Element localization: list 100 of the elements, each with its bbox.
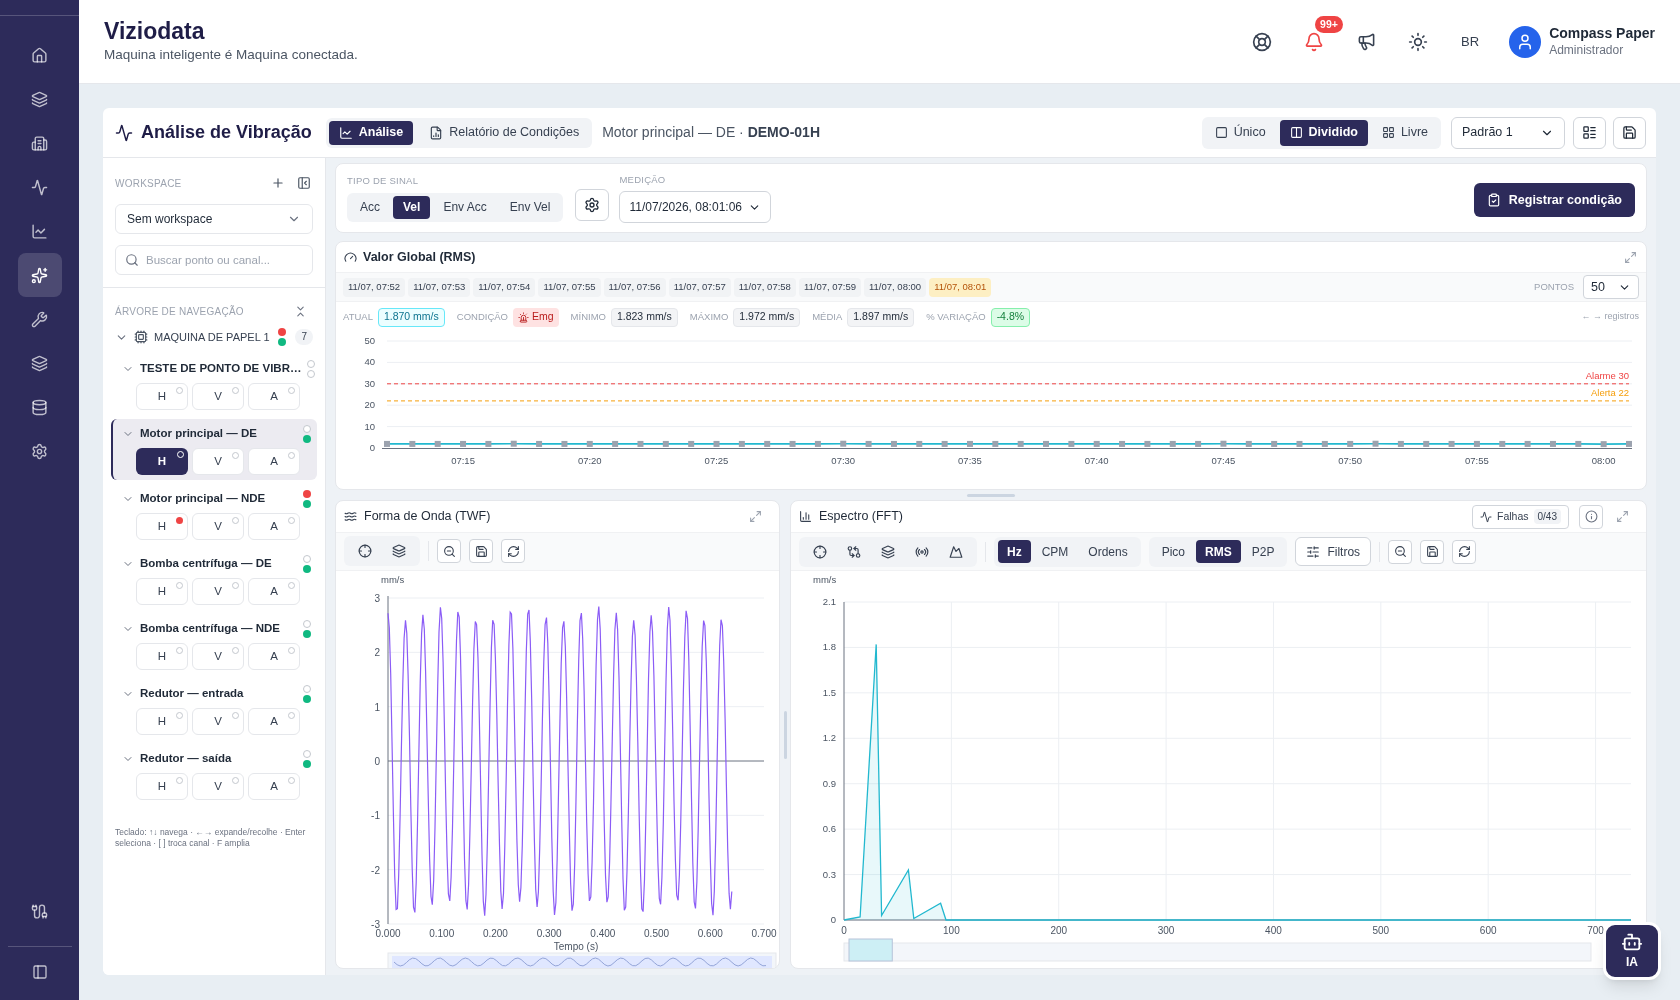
zoom-slider[interactable]	[387, 952, 777, 968]
timestamp-chip[interactable]: 11/07, 07:59	[798, 277, 861, 297]
data-point[interactable]	[967, 440, 973, 447]
timestamp-chip[interactable]: 11/07, 07:53	[408, 277, 471, 297]
channel-button[interactable]: H	[136, 773, 188, 800]
data-point[interactable]	[1043, 440, 1049, 447]
channel-button[interactable]: A	[248, 448, 300, 475]
tree-root-item[interactable]: MAQUINA DE PAPEL 1 7	[111, 324, 317, 350]
data-point[interactable]	[1397, 440, 1404, 447]
data-point[interactable]	[1017, 440, 1024, 447]
channel-button[interactable]: H	[136, 383, 188, 410]
data-point[interactable]	[409, 440, 416, 447]
data-point[interactable]	[1093, 440, 1100, 447]
data-point[interactable]	[1372, 440, 1379, 447]
channel-button[interactable]: V	[192, 383, 244, 410]
segment-option[interactable]: Pico	[1152, 540, 1195, 563]
data-point[interactable]	[1144, 440, 1151, 447]
data-point[interactable]	[916, 440, 923, 447]
channel-button[interactable]: A	[248, 708, 300, 735]
settings-button[interactable]	[575, 189, 610, 221]
zoom-out-button[interactable]	[437, 539, 461, 564]
data-point[interactable]	[536, 440, 543, 447]
tab[interactable]: Análise	[328, 120, 414, 145]
timestamp-chip[interactable]: 11/07, 07:58	[733, 277, 796, 297]
resize-handle[interactable]	[783, 710, 787, 759]
data-point[interactable]	[1600, 441, 1607, 448]
data-point[interactable]	[789, 440, 796, 447]
layout-option[interactable]: Livre	[1371, 119, 1438, 146]
zoom-window[interactable]	[848, 938, 893, 962]
timestamp-chip[interactable]: 11/07, 08:00	[864, 277, 927, 297]
collapse-panel-button[interactable]	[295, 174, 313, 192]
tree-item[interactable]: Redutor — saída H V A	[111, 744, 317, 805]
channel-button[interactable]: A	[248, 773, 300, 800]
data-point[interactable]	[1220, 440, 1227, 447]
channel-button[interactable]: H	[136, 513, 188, 540]
channel-button[interactable]: V	[192, 448, 244, 475]
preset-select[interactable]: Padrão 1	[1451, 116, 1565, 149]
data-point[interactable]	[688, 440, 695, 447]
data-point[interactable]	[485, 440, 492, 447]
workspace-select[interactable]: Sem workspace	[115, 204, 313, 234]
tree-item[interactable]: Motor principal — DE H V A	[111, 419, 317, 480]
data-point[interactable]	[1448, 440, 1455, 447]
timestamp-chip[interactable]: 11/07, 07:54	[473, 277, 536, 297]
data-point[interactable]	[561, 440, 568, 447]
data-point[interactable]	[1068, 440, 1075, 447]
tab[interactable]: Relatório de Condições	[419, 120, 590, 145]
segment-option[interactable]: Env Vel	[499, 195, 561, 219]
save-button[interactable]	[1613, 116, 1646, 149]
data-point[interactable]	[1524, 440, 1531, 447]
channel-button[interactable]: H	[136, 578, 188, 605]
data-point[interactable]	[890, 440, 897, 447]
data-point[interactable]	[1296, 440, 1303, 447]
timestamp-chip[interactable]: 11/07, 07:52	[343, 277, 406, 297]
data-point[interactable]	[384, 440, 390, 447]
segment-option[interactable]: CPM	[1032, 540, 1078, 563]
save-button[interactable]	[1420, 539, 1445, 564]
nav-item[interactable]	[17, 253, 62, 297]
channel-button[interactable]: V	[192, 773, 244, 800]
layout-list-button[interactable]	[1573, 116, 1606, 149]
segment-option[interactable]: Acc	[350, 195, 390, 219]
save-button[interactable]	[469, 539, 493, 564]
data-point[interactable]	[434, 440, 441, 447]
faults-button[interactable]: Falhas 0/43	[1472, 504, 1569, 529]
data-point[interactable]	[637, 440, 644, 447]
data-point[interactable]	[738, 440, 745, 447]
data-point[interactable]	[1119, 440, 1126, 447]
assistant-button[interactable]: IA	[1603, 922, 1661, 980]
segment-option[interactable]: Ordens	[1079, 540, 1137, 563]
data-point[interactable]	[865, 440, 872, 447]
data-point[interactable]	[612, 440, 619, 447]
tree-item[interactable]: Bomba centrífuga — DE H V A	[111, 549, 317, 610]
data-point[interactable]	[840, 440, 847, 447]
expand-button[interactable]	[1614, 508, 1630, 525]
channel-button[interactable]: H	[136, 448, 188, 475]
channel-button[interactable]: V	[192, 513, 244, 540]
data-point[interactable]	[992, 440, 999, 447]
channel-button[interactable]: A	[248, 513, 300, 540]
segment-option[interactable]: Env Acc	[433, 195, 497, 219]
channel-button[interactable]: V	[192, 643, 244, 670]
segment-option[interactable]: RMS	[1196, 540, 1241, 563]
data-point[interactable]	[1271, 440, 1278, 447]
data-point[interactable]	[510, 440, 517, 447]
segment-option[interactable]: P2P	[1242, 540, 1284, 563]
expand-button[interactable]	[747, 508, 763, 525]
data-point[interactable]	[1169, 440, 1176, 447]
tree-item[interactable]: Motor principal — NDE H V A	[111, 484, 317, 545]
channel-button[interactable]: H	[136, 643, 188, 670]
channel-button[interactable]: A	[248, 643, 300, 670]
data-point[interactable]	[1321, 440, 1328, 447]
data-point[interactable]	[1575, 440, 1582, 447]
timestamp-chip[interactable]: 11/07, 07:55	[538, 277, 601, 297]
channel-button[interactable]: A	[248, 383, 300, 410]
data-point[interactable]	[1549, 440, 1556, 447]
data-point[interactable]	[1347, 440, 1354, 447]
data-point[interactable]	[1423, 440, 1430, 447]
tree-item[interactable]: Redutor — entrada H V A	[111, 679, 317, 740]
resize-handle[interactable]	[967, 493, 1015, 497]
language-button[interactable]: BR	[1457, 31, 1484, 52]
timestamp-chip[interactable]: 11/07, 07:57	[668, 277, 731, 297]
refresh-button[interactable]	[501, 539, 525, 564]
